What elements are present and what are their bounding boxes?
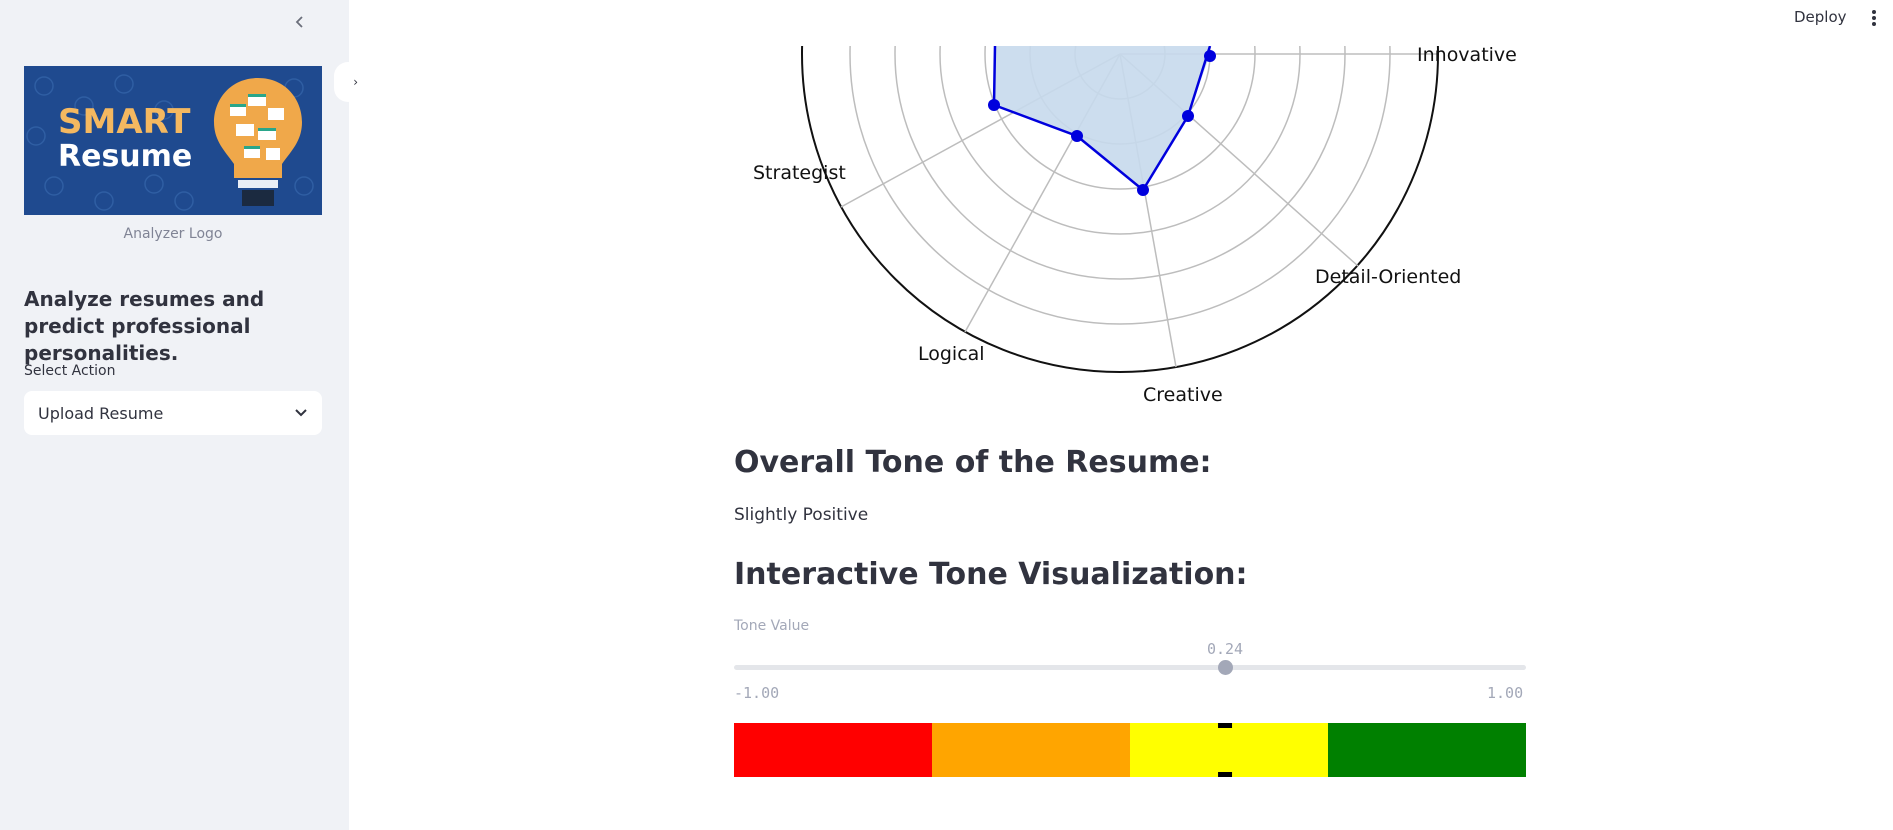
main-menu-button[interactable] [1866,6,1882,30]
collapse-sidebar-button[interactable] [288,10,312,34]
radar-label-innovative: Innovative [1417,44,1517,66]
tone-slider-max: 1.00 [1487,684,1524,702]
sidebar-heading: Analyze resumes and predict professional… [24,287,265,365]
sidebar: SMART Resume Analyzer Logo Analyze resum… [0,0,349,830]
smart-resume-logo: SMART Resume [24,66,322,215]
radar-label-logical: Logical [918,343,985,365]
radar-label-strategist: Strategist [753,162,846,184]
logo-caption: Analyzer Logo [123,226,223,242]
tone-gauge-segment [734,723,933,777]
app: SMART Resume Analyzer Logo Analyze resum… [0,0,1893,830]
select-action-label: Select Action [24,363,116,379]
personality-radar-chart [730,40,1510,384]
tone-gauge-segment [1130,723,1329,777]
tone-gauge [734,723,1527,781]
tone-gauge-segment [1328,723,1527,777]
radar-label-detail-oriented: Detail-Oriented [1315,266,1462,288]
tone-heading: Overall Tone of the Resume: [734,445,1212,480]
logo-line1: SMART [58,102,191,142]
more-vertical-icon [1872,10,1876,26]
tone-gauge-marker [1218,772,1233,777]
tone-slider-min: -1.00 [734,684,780,702]
tone-value-text: Slightly Positive [734,505,869,525]
select-action-dropdown[interactable]: Upload Resume [24,391,322,435]
tone-slider-value: 0.24 [1206,640,1244,658]
radar-point-detail-oriented [1182,110,1194,122]
tone-visualization-heading: Interactive Tone Visualization: [734,557,1248,592]
tone-slider-track[interactable] [734,665,1526,670]
sidebar-resize-handle[interactable]: › [334,62,362,102]
radar-point-strategist [988,99,1000,111]
tone-slider-thumb[interactable] [1217,660,1233,675]
select-action-value: Upload Resume [38,403,164,423]
chevron-left-icon [295,16,303,28]
analyzer-logo-image: SMART Resume [24,66,322,215]
radar-point-creative [1137,184,1149,196]
tone-gauge-segment [932,723,1131,777]
deploy-button[interactable]: Deploy [1794,8,1847,26]
radar-svg [801,46,1439,373]
radar-label-creative: Creative [1143,384,1223,406]
chevron-down-icon [295,409,307,417]
radar-point-innovative [1204,50,1216,62]
chevron-right-icon: › [353,75,358,89]
tone-slider-label: Tone Value [734,618,810,634]
tone-gauge-marker [1218,723,1233,728]
logo-line2: Resume [58,139,192,174]
tone-gauge-svg [734,723,1527,777]
radar-point-logical [1071,130,1083,142]
